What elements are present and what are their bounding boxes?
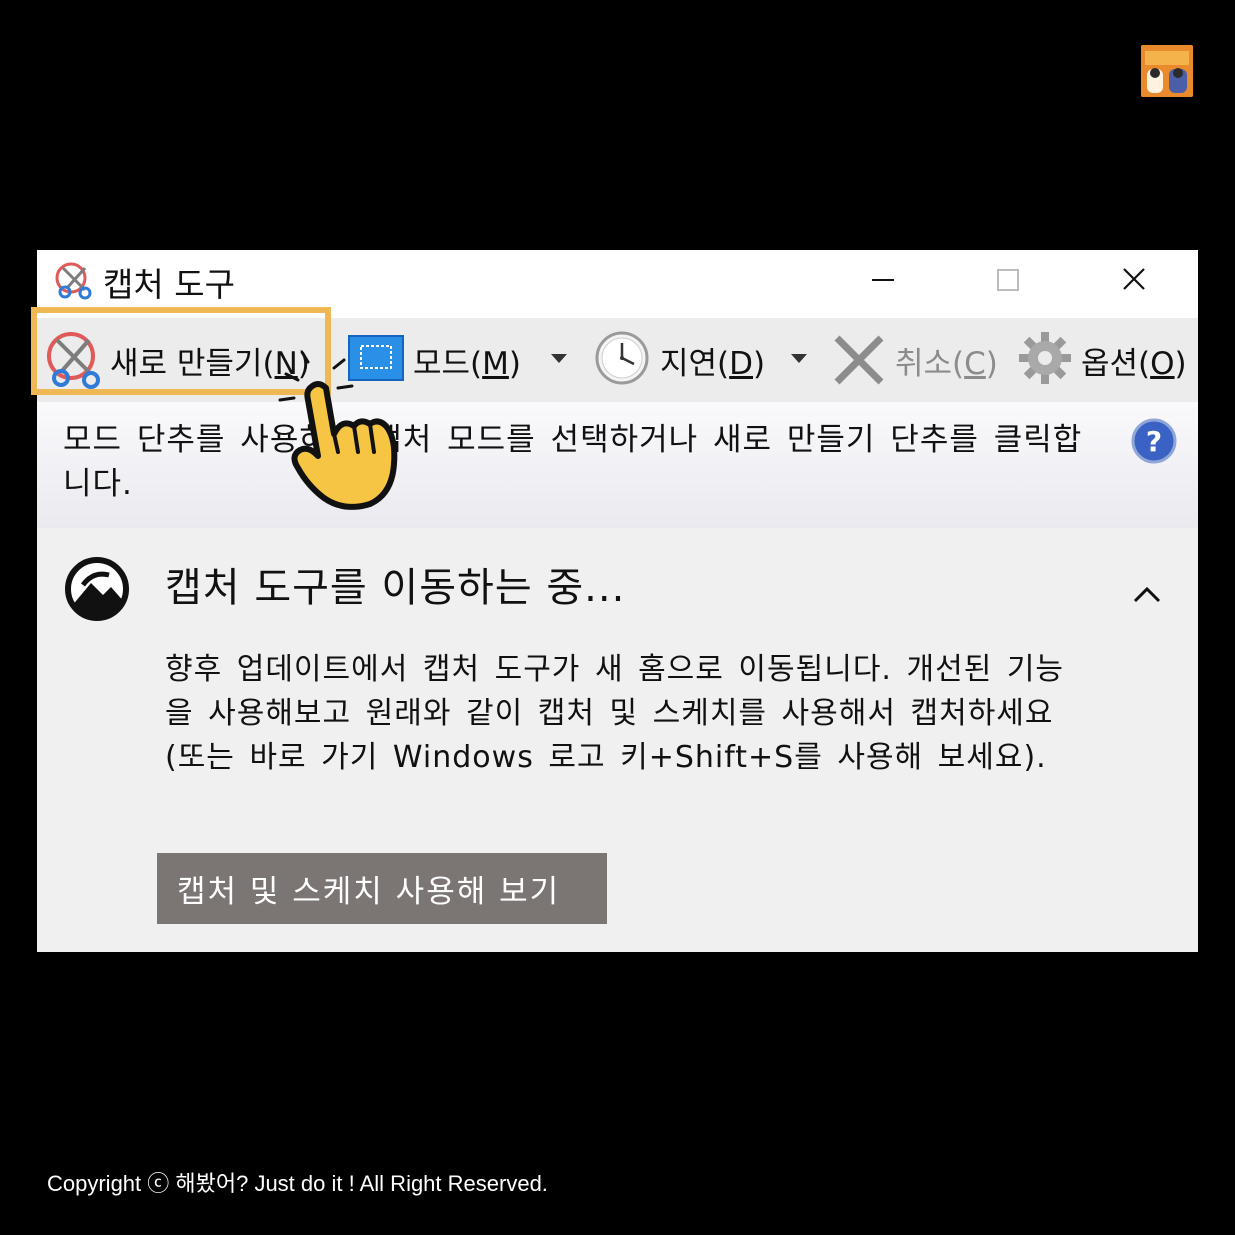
mode-label: 모드(M) [413,346,521,382]
cancel-button[interactable]: 취소(C) [827,318,1007,402]
notice-body: 향후 업데이트에서 캡처 도구가 새 홈으로 이동됩니다. 개선된 기능을 사용… [165,652,1065,775]
notice-title: 캡처 도구를 이동하는 중... [165,565,626,611]
maximize-icon [997,269,1019,291]
close-icon [1123,268,1145,290]
chevron-down-icon [791,354,807,363]
clock-icon [595,331,649,385]
delay-button[interactable]: 지연(D) [592,318,817,402]
try-snip-and-sketch-button[interactable]: 캡처 및 스케치 사용해 보기 [157,853,607,924]
title-bar: 캡처 도구 [37,250,1198,318]
options-label: 옵션(O) [1081,346,1187,382]
instruction-bar: 모드 단추를 사용하여 캡처 모드를 선택하거나 새로 만들기 단추를 클릭합니… [37,402,1198,528]
chevron-up-icon[interactable] [1127,575,1167,615]
gear-icon [1019,332,1071,384]
close-button[interactable] [1099,250,1169,310]
scissors-app-icon [55,262,92,300]
pointing-hand-icon [278,352,398,510]
window-title: 캡처 도구 [103,265,235,304]
minimize-button[interactable] [847,250,917,310]
options-button[interactable]: 옵션(O) [1015,318,1195,402]
maximize-button[interactable] [972,250,1042,310]
help-icon[interactable]: ? [1131,418,1177,464]
cancel-label: 취소(C) [895,346,998,382]
snip-and-sketch-icon [65,557,129,621]
toolbar: 새로 만들기(N) 모드(M) 지연(D) 취소(C) 옵션(O) [31,307,1198,402]
svg-text:?: ? [1146,425,1162,458]
minimize-icon [872,279,894,281]
scissors-icon [47,332,100,389]
snipping-tool-window: 캡처 도구 새로 만들기(N) 모드(M) 지연(D) 취소(C) 옵션(O) … [31,250,1198,952]
channel-logo [1141,45,1193,97]
cancel-x-icon [834,335,884,385]
chevron-down-icon [551,354,567,363]
copyright-text: Copyright ⓒ 해봤어? Just do it ! All Right … [47,1171,548,1196]
instruction-text: 모드 단추를 사용하여 캡처 모드를 선택하거나 새로 만들기 단추를 클릭합니… [63,422,1083,502]
delay-label: 지연(D) [660,346,766,382]
